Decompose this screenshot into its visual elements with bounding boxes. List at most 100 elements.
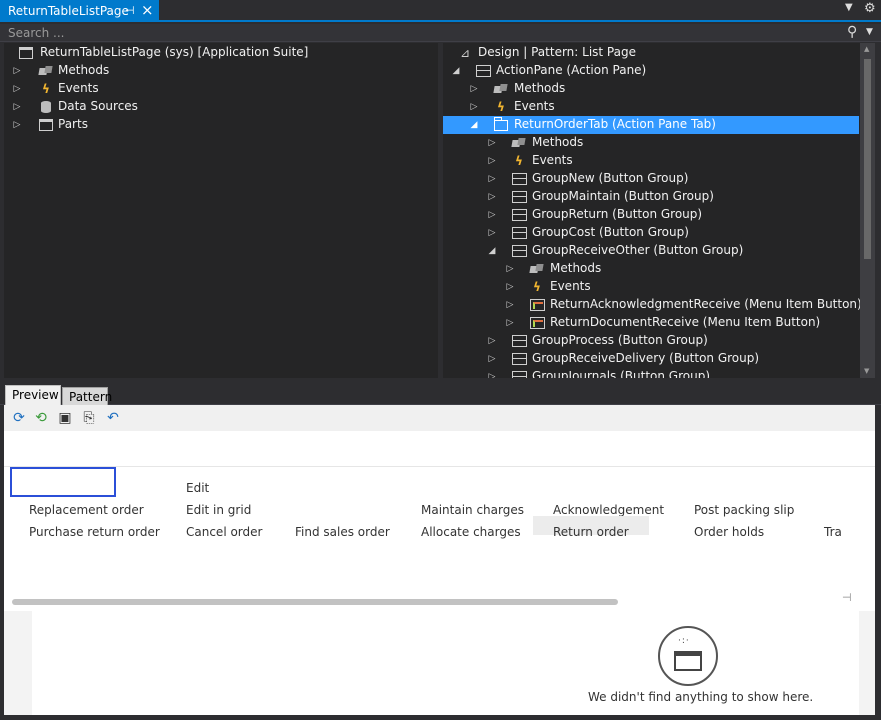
- vertical-scrollbar[interactable]: ▲ ▼: [860, 43, 875, 378]
- tree-menu-item-ack[interactable]: ▷ ReturnAcknowledgmentReceive (Menu Item…: [505, 296, 862, 314]
- scrollbar-thumb[interactable]: [864, 59, 871, 259]
- menu-item-button-icon: [529, 299, 545, 311]
- expand-arrow-icon[interactable]: ▷: [505, 260, 515, 278]
- tree-group-new[interactable]: ▷ GroupNew (Button Group): [487, 170, 857, 188]
- tree-group-journals[interactable]: ▷ GroupJournals (Button Group): [487, 368, 857, 378]
- action-replacement-order[interactable]: Replacement order: [29, 503, 144, 517]
- tree-item-parts[interactable]: ▷ Parts: [12, 116, 432, 134]
- tab-preview[interactable]: Preview: [5, 385, 61, 406]
- empty-state-message: We didn't find anything to show here.: [588, 690, 814, 704]
- parts-icon: [39, 119, 53, 131]
- search-input[interactable]: [8, 25, 828, 41]
- tree-group-process[interactable]: ▷ GroupProcess (Button Group): [487, 332, 857, 350]
- tree-item-data-sources[interactable]: ▷ Data Sources: [12, 98, 432, 116]
- scroll-up-icon[interactable]: ▲: [864, 45, 869, 53]
- document-tab-title: ReturnTableListPage: [8, 4, 129, 18]
- expand-arrow-icon[interactable]: ▷: [12, 116, 22, 134]
- gear-icon[interactable]: ⚙: [864, 1, 876, 16]
- tree-tab-events[interactable]: ▷ ϟ Events: [487, 152, 857, 170]
- search-icon[interactable]: ⚲: [847, 24, 857, 40]
- document-tab[interactable]: ReturnTableListPage ⊣ ×: [0, 0, 159, 22]
- empty-folder-icon: ·:·: [658, 626, 718, 686]
- action-maintain-charges[interactable]: Maintain charges: [421, 503, 524, 517]
- refresh-icon[interactable]: ⟳: [10, 409, 28, 427]
- expand-arrow-icon[interactable]: ▷: [469, 98, 479, 116]
- action-edit[interactable]: Edit: [186, 481, 209, 495]
- empty-grid-card: ·:· We didn't find anything to show here…: [32, 611, 859, 715]
- tab-pattern[interactable]: Pattern: [62, 387, 112, 406]
- tree-root[interactable]: ReturnTableListPage (sys) [Application S…: [18, 44, 438, 62]
- tree-ap-methods[interactable]: ▷ Methods: [469, 80, 849, 98]
- tree-group-maintain[interactable]: ▷ GroupMaintain (Button Group): [487, 188, 857, 206]
- action-pane-tab-icon: [494, 116, 508, 131]
- methods-icon: [39, 66, 53, 76]
- tree-group-receive-delivery[interactable]: ▷ GroupReceiveDelivery (Button Group): [487, 350, 857, 368]
- action-post-packing-slip[interactable]: Post packing slip: [694, 503, 794, 517]
- expand-arrow-icon[interactable]: ▷: [12, 62, 22, 80]
- tree-group-return[interactable]: ▷ GroupReturn (Button Group): [487, 206, 857, 224]
- action-find-sales-order[interactable]: Find sales order: [295, 525, 390, 539]
- expand-arrow-icon[interactable]: ▷: [12, 98, 22, 116]
- tree-return-order-tab[interactable]: ◢ ReturnOrderTab (Action Pane Tab): [443, 116, 859, 134]
- export-icon[interactable]: ⎘: [80, 409, 98, 427]
- tree-tab-methods[interactable]: ▷ Methods: [487, 134, 857, 152]
- expand-arrow-icon[interactable]: ▷: [505, 278, 515, 296]
- action-purchase-return-order[interactable]: Purchase return order: [29, 525, 160, 539]
- methods-icon: [494, 84, 508, 94]
- tree-item-methods[interactable]: ▷ Methods: [12, 62, 432, 80]
- collapse-arrow-icon[interactable]: ◢: [451, 62, 461, 80]
- collapse-arrow-icon[interactable]: ◢: [469, 116, 479, 134]
- designer-tabs: Preview Pattern: [0, 383, 881, 406]
- expand-arrow-icon[interactable]: ▷: [487, 188, 497, 206]
- tree-gro-methods[interactable]: ▷ Methods: [505, 260, 855, 278]
- action-edit-in-grid[interactable]: Edit in grid: [186, 503, 251, 517]
- expand-arrow-icon[interactable]: ▷: [487, 224, 497, 242]
- button-group-icon: [511, 209, 527, 221]
- pin-icon[interactable]: ⊣: [842, 591, 852, 604]
- open-form-icon[interactable]: ▣: [56, 409, 74, 427]
- tree-action-pane[interactable]: ◢ ActionPane (Action Pane): [451, 62, 851, 80]
- expand-arrow-icon[interactable]: ▷: [487, 368, 497, 378]
- action-acknowledgement[interactable]: Acknowledgement: [553, 503, 664, 517]
- scroll-down-icon[interactable]: ▼: [864, 367, 869, 375]
- action-cancel-order[interactable]: Cancel order: [186, 525, 262, 539]
- button-group-icon: [511, 371, 527, 378]
- action-truncated[interactable]: Tra: [824, 525, 842, 539]
- action-order-holds[interactable]: Order holds: [694, 525, 764, 539]
- data-sources-icon: [41, 101, 51, 113]
- dropdown-icon[interactable]: ▼: [845, 2, 853, 13]
- expand-arrow-icon[interactable]: ▷: [487, 152, 497, 170]
- action-allocate-charges[interactable]: Allocate charges: [421, 525, 521, 539]
- horizontal-scrollbar[interactable]: [12, 599, 618, 605]
- action-return-order[interactable]: Return order: [533, 516, 649, 539]
- tree-ap-events[interactable]: ▷ ϟ Events: [469, 98, 849, 116]
- events-icon: ϟ: [515, 154, 523, 168]
- tree-gro-events[interactable]: ▷ ϟ Events: [505, 278, 855, 296]
- tree-group-cost[interactable]: ▷ GroupCost (Button Group): [487, 224, 857, 242]
- search-options-icon[interactable]: ▼: [866, 27, 873, 37]
- button-group-icon: [511, 353, 527, 365]
- form-preview: Edit Replacement order Edit in grid Main…: [4, 431, 875, 611]
- expand-arrow-icon[interactable]: ▷: [487, 350, 497, 368]
- collapse-arrow-icon[interactable]: ◢: [487, 242, 497, 260]
- tree-design-root[interactable]: ⊿ Design | Pattern: List Page: [457, 44, 857, 62]
- pin-icon[interactable]: ⊣: [125, 4, 135, 17]
- expand-arrow-icon[interactable]: ▷: [505, 296, 515, 314]
- expand-arrow-icon[interactable]: ▷: [505, 314, 515, 332]
- left-tree-pane: ReturnTableListPage (sys) [Application S…: [4, 43, 438, 378]
- close-icon[interactable]: ×: [141, 1, 154, 19]
- tree-menu-item-doc[interactable]: ▷ ReturnDocumentReceive (Menu Item Butto…: [505, 314, 855, 332]
- form-icon: [19, 47, 33, 59]
- focused-tab-box[interactable]: [10, 467, 116, 497]
- expand-arrow-icon[interactable]: ▷: [487, 134, 497, 152]
- tree-group-receive-other[interactable]: ◢ GroupReceiveOther (Button Group): [487, 242, 857, 260]
- undo-icon[interactable]: ↶: [104, 409, 122, 427]
- expand-arrow-icon[interactable]: ▷: [469, 80, 479, 98]
- tree-item-events[interactable]: ▷ ϟ Events: [12, 80, 432, 98]
- expand-arrow-icon[interactable]: ▷: [487, 170, 497, 188]
- expand-arrow-icon[interactable]: ▷: [487, 206, 497, 224]
- button-group-icon: [511, 191, 527, 203]
- expand-arrow-icon[interactable]: ▷: [487, 332, 497, 350]
- auto-refresh-icon[interactable]: ⟲: [32, 409, 50, 427]
- expand-arrow-icon[interactable]: ▷: [12, 80, 22, 98]
